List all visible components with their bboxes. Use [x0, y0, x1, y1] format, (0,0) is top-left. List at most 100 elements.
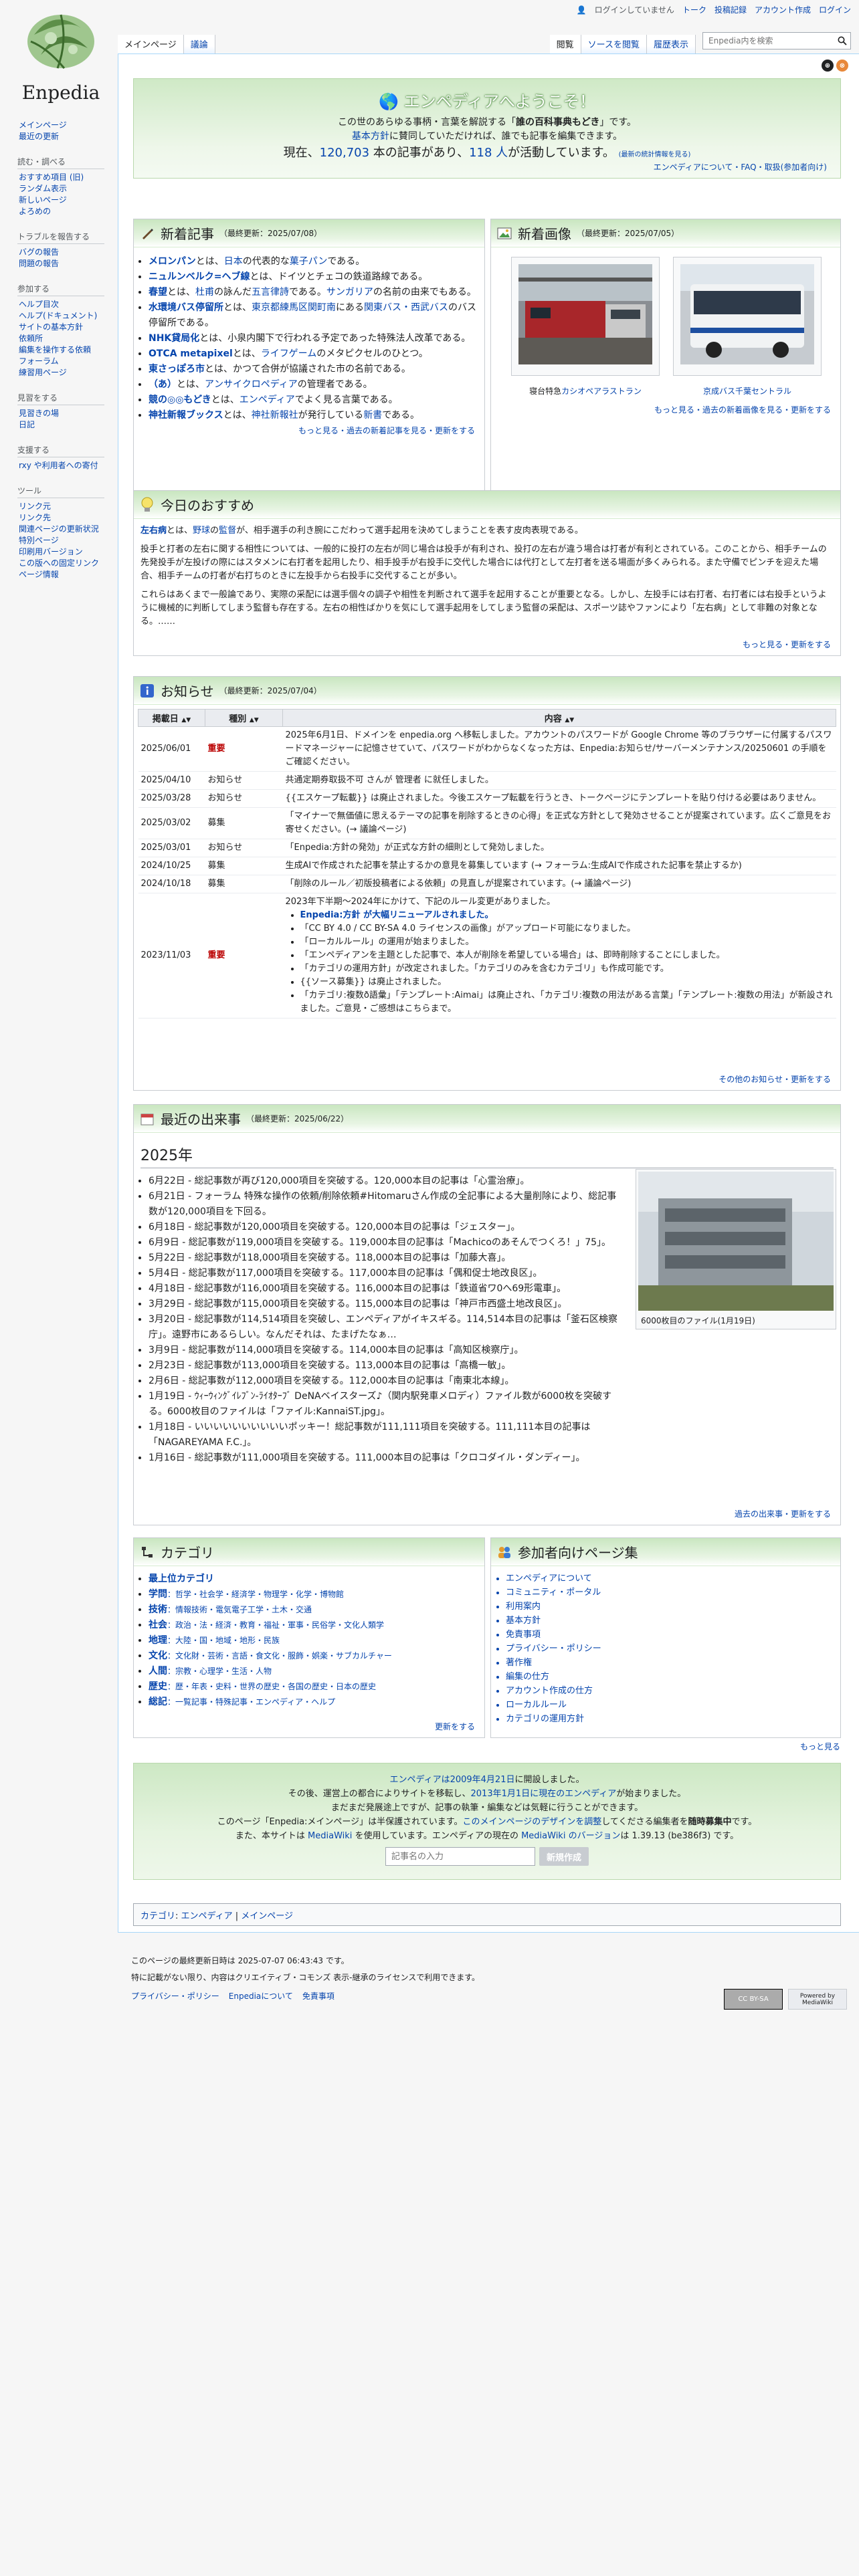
- sidebar-item[interactable]: rxy や利用者への寄付: [19, 460, 111, 471]
- column-header[interactable]: 内容 ▲▼: [282, 709, 836, 727]
- login-link[interactable]: ログイン: [819, 4, 851, 15]
- list-item[interactable]: ローカルルール: [506, 1698, 840, 1712]
- new-articles-box: 新着記事 （最終更新：2025/07/08） メロンパンとは、日本の代表的な菓子…: [133, 219, 485, 533]
- list-item: 水環境バス停留所とは、東京都練馬区関町南にある関東バス・西武バスのバス停留所であ…: [149, 300, 478, 331]
- list-item[interactable]: 免責事項: [506, 1628, 840, 1642]
- sidebar-item[interactable]: 問題の報告: [19, 258, 111, 270]
- list-item[interactable]: 編集の仕方: [506, 1670, 840, 1684]
- list-item[interactable]: 基本方針: [506, 1614, 840, 1628]
- events-box: 最近の出来事 （最終更新：2025/06/22） 2025年 6月22日 - 総…: [133, 1104, 841, 1525]
- sidebar-item[interactable]: 見習きの場: [19, 408, 111, 419]
- sidebar-heading: 読む・調べる: [17, 156, 104, 169]
- stats-link[interactable]: (最新の統計情報を見る): [619, 151, 691, 158]
- tab-view-source[interactable]: ソースを閲覧: [581, 35, 647, 53]
- list-item: 6月22日 - 総記事数が再び120,000項目を突破する。120,000本目の…: [149, 1174, 622, 1189]
- sidebar-item[interactable]: よろめの: [19, 206, 111, 217]
- sidebar-item[interactable]: ヘルプ(ドキュメント): [19, 310, 111, 322]
- sidebar-item[interactable]: 依頼所: [19, 333, 111, 344]
- article-name-input[interactable]: [385, 1847, 535, 1866]
- sidebar-item[interactable]: ページ情報: [19, 569, 111, 580]
- about-faq-links[interactable]: エンペディアについて・FAQ・取扱(参加者向け): [654, 161, 827, 173]
- image-thumb-bus[interactable]: [673, 257, 822, 376]
- tab-read[interactable]: 閲覧: [549, 35, 581, 53]
- sidebar-item[interactable]: 特別ページ: [19, 535, 111, 546]
- contributions-link[interactable]: 投稿記録: [714, 4, 747, 15]
- sidebar-item[interactable]: ヘルプ目次: [19, 299, 111, 310]
- talk-link[interactable]: トーク: [682, 4, 706, 15]
- sidebar-item[interactable]: おすすめ項目 (旧): [19, 172, 111, 183]
- sidebar-item[interactable]: バグの報告: [19, 247, 111, 258]
- sidebar-item[interactable]: メインページ: [19, 120, 111, 131]
- list-item: 1月16日 - 総記事数が111,000項目を突破する。111,000本目の記事…: [149, 1451, 622, 1466]
- more-link[interactable]: もっと見る・過去の新着記事を見る・更新をする: [134, 423, 484, 437]
- more-link[interactable]: その他のお知らせ・更新をする: [719, 1073, 831, 1085]
- list-item[interactable]: エンペディアについて: [506, 1572, 840, 1586]
- recommend-body: 左右病とは、野球の監督が、相手選手の利き腕にこだわって選手起用を決めてしまうこと…: [134, 519, 840, 634]
- sidebar-item[interactable]: サイトの基本方針: [19, 322, 111, 333]
- featured-icon[interactable]: ⊗: [836, 60, 848, 72]
- article-count[interactable]: 120,703: [320, 146, 369, 160]
- sidebar-item[interactable]: 編集を操作する依頼: [19, 344, 111, 356]
- more-link[interactable]: 過去の出来事・更新をする: [735, 1508, 831, 1519]
- sidebar-item[interactable]: リンク先: [19, 512, 111, 524]
- events-list: 6月22日 - 総記事数が再び120,000項目を突破する。120,000本目の…: [134, 1174, 629, 1466]
- sidebar-item[interactable]: 練習用ページ: [19, 367, 111, 379]
- create-account-link[interactable]: アカウント作成: [755, 4, 811, 15]
- list-item: 最上位カテゴリ: [149, 1572, 479, 1587]
- last-modified: このページの最終更新日時は 2025-07-07 06:43:43 です。: [131, 1956, 349, 1965]
- list-item: 2月23日 - 総記事数が113,000項目を突破する。113,000本目の記事…: [149, 1358, 622, 1374]
- more-link[interactable]: もっと見る・過去の新着画像を見る・更新をする: [654, 404, 831, 415]
- sidebar-item[interactable]: 新しいページ: [19, 195, 111, 206]
- column-header[interactable]: 掲載日 ▲▼: [138, 709, 205, 727]
- create-article-button[interactable]: 新規作成: [539, 1847, 589, 1866]
- view-tabs: 閲覧 ソースを閲覧 履歴表示: [549, 35, 696, 53]
- categories-label[interactable]: カテゴリ: [140, 1911, 175, 1921]
- sidebar-item[interactable]: リンク元: [19, 501, 111, 512]
- sidebar-item[interactable]: 最近の更新: [19, 131, 111, 142]
- mediawiki-icon[interactable]: Powered by MediaWiki: [788, 1989, 847, 2010]
- list-item: 競の◎◎もどきとは、エンペディアでよく見る言葉である。: [149, 393, 478, 408]
- column-header[interactable]: 種別 ▲▼: [205, 709, 283, 727]
- site-logo[interactable]: Enpedia: [11, 7, 111, 107]
- more-link[interactable]: もっと見る・更新をする: [743, 639, 831, 650]
- list-item[interactable]: プライバシー・ポリシー: [506, 1642, 840, 1656]
- category-link[interactable]: メインページ: [241, 1911, 293, 1921]
- event-image-thumb[interactable]: 6000枚目のファイル(1月19日): [636, 1169, 836, 1329]
- list-item[interactable]: 利用案内: [506, 1600, 840, 1614]
- search-input[interactable]: [702, 32, 851, 49]
- sidebar-item[interactable]: この版への固定リンク: [19, 558, 111, 569]
- table-row: 2025/03/02 募集 「マイナーで無価値に思えるテーマの記事を削除するときの心…: [138, 807, 836, 839]
- banner-line: このページ「Enpedia:メインページ」は半保護されています。このメインページ…: [217, 1817, 757, 1827]
- privacy-link[interactable]: プライバシー・ポリシー: [131, 1990, 219, 2002]
- list-item[interactable]: アカウント作成の仕方: [506, 1684, 840, 1698]
- tab-discussion[interactable]: 議論: [183, 35, 215, 53]
- sidebar-item[interactable]: ランダム表示: [19, 183, 111, 195]
- sidebar-item[interactable]: 日記: [19, 419, 111, 431]
- recommend-paragraph: 投手と打者の左右に関する相性については、一般的に投打の左右が同じ場合は投手が有利…: [140, 544, 827, 581]
- sidebar-item[interactable]: 関連ページの更新状況: [19, 524, 111, 535]
- category-link[interactable]: エンペディア: [181, 1911, 233, 1921]
- disclaimer-link[interactable]: 免責事項: [302, 1990, 335, 2002]
- list-item[interactable]: カテゴリの運用方針: [506, 1712, 840, 1726]
- search-icon[interactable]: [836, 35, 848, 47]
- list-item[interactable]: コミュニティ・ポータル: [506, 1586, 840, 1600]
- more-link[interactable]: 更新をする: [435, 1721, 475, 1732]
- tab-main-page[interactable]: メインページ: [118, 35, 184, 53]
- cc-license-icon[interactable]: CC BY-SA: [724, 1989, 783, 2010]
- list-item: 歴史：歴・年表・史料・世界の歴史・各国の歴史・日本の歴史: [149, 1679, 479, 1695]
- more-link[interactable]: もっと見る: [800, 1741, 840, 1752]
- about-link[interactable]: Enpediaについて: [229, 1990, 293, 2002]
- list-item[interactable]: 著作権: [506, 1656, 840, 1670]
- sidebar-item[interactable]: フォーラム: [19, 356, 111, 367]
- license-text: 特に記載がない限り、内容はクリエイティブ・コモンズ 表示-継承のライセンスで利用…: [131, 1973, 480, 1982]
- article-count-line: 現在、120,703 本の記事があり、118 人が活動しています。 (最新の統計…: [283, 146, 691, 160]
- policy-link[interactable]: 基本方針: [352, 131, 389, 142]
- section-title: 今日のおすすめ: [161, 498, 254, 514]
- tab-history[interactable]: 履歴表示: [646, 35, 696, 53]
- semi-protected-icon[interactable]: ⊕: [822, 60, 834, 72]
- image-thumb-train[interactable]: [511, 257, 660, 376]
- participants-list: エンペディアについて コミュニティ・ポータル 利用案内 基本方針 免責事項 プラ…: [491, 1572, 840, 1726]
- active-users[interactable]: 118 人: [469, 146, 508, 160]
- image-caption[interactable]: 京成バス千葉セントラル: [673, 385, 822, 397]
- sidebar-item[interactable]: 印刷用バージョン: [19, 546, 111, 558]
